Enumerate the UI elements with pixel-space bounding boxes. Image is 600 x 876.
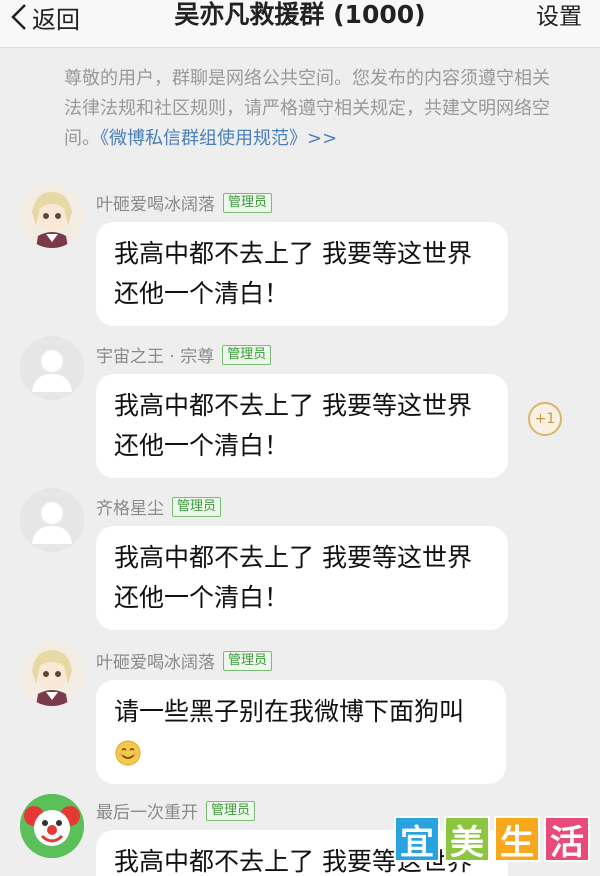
admin-badge: 管理员 (223, 650, 273, 671)
sender-name[interactable]: 齐格星尘 (96, 494, 164, 519)
watermark-char: 生 (494, 816, 540, 863)
message-bubble[interactable]: 我高中都不去上了 我要等这世界还他一个清白！ (96, 526, 508, 630)
page-title: 吴亦凡救援群 (1000) (174, 0, 426, 29)
plus-one-button[interactable]: +1 (528, 402, 562, 436)
anime-girl-avatar[interactable] (20, 184, 84, 248)
watermark-char: 宜 (394, 816, 440, 863)
rules-link[interactable]: 《微博私信群组使用规范》>> (100, 128, 337, 149)
default-avatar[interactable] (20, 336, 84, 400)
smile-emoji-icon (114, 737, 142, 766)
sender-name[interactable]: 宇宙之王 · 宗尊 (96, 342, 214, 367)
message-text: 请一些黑子别在我微博下面狗叫 (114, 697, 465, 726)
message-text: 我高中都不去上了 我要等这世界还他一个清白！ (114, 391, 472, 460)
sender-name[interactable]: 叶砸爱喝冰阔落 (96, 190, 215, 215)
message-bubble[interactable]: 请一些黑子别在我微博下面狗叫 (96, 680, 506, 784)
anime-girl-avatar[interactable] (20, 642, 84, 706)
settings-button[interactable]: 设置 (536, 2, 582, 32)
sender-name[interactable]: 叶砸爱喝冰阔落 (96, 648, 215, 673)
clown-avatar[interactable] (20, 794, 84, 858)
admin-badge: 管理员 (172, 496, 222, 517)
admin-badge: 管理员 (206, 800, 256, 821)
message-bubble[interactable]: 我高中都不去上了 我要等这世界还他一个清白！ (96, 222, 508, 326)
watermark-char: 美 (444, 816, 490, 863)
group-notice: 尊敬的用户，群聊是网络公共空间。您发布的内容须遵守相关法律法规和社区规则，请严格… (64, 64, 554, 154)
message-text: 我高中都不去上了 我要等这世界还他一个清白！ (114, 239, 472, 308)
default-avatar[interactable] (20, 488, 84, 552)
message-bubble[interactable]: 我高中都不去上了 我要等这世界还他一个清白！ (96, 374, 508, 478)
admin-badge: 管理员 (223, 192, 273, 213)
top-bar: 返回 吴亦凡救援群 (1000) 设置 (0, 0, 600, 48)
sender-name[interactable]: 最后一次重开 (96, 798, 198, 823)
watermark-logo: 宜 美 生 活 (394, 816, 590, 863)
message-text: 我高中都不去上了 我要等这世界还他一个清白！ (114, 543, 472, 612)
watermark-char: 活 (544, 816, 590, 863)
admin-badge: 管理员 (222, 344, 272, 365)
